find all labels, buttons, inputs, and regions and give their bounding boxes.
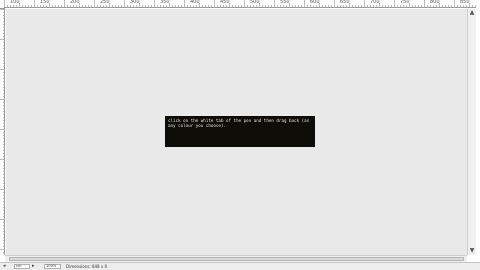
- scroll-down-icon[interactable]: ▼: [468, 247, 476, 255]
- horizontal-scroll-thumb[interactable]: [9, 257, 464, 261]
- prev-page-icon[interactable]: ◂: [3, 263, 6, 270]
- zoom-field[interactable]: 100%: [44, 264, 61, 269]
- ruler-label: 600: [310, 0, 320, 5]
- ruler-label: 300: [130, 0, 140, 5]
- ruler-label: 650: [340, 0, 350, 5]
- ruler-label: 250: [100, 0, 110, 5]
- document-canvas[interactable]: click on the white tab of the pen and th…: [6, 9, 467, 255]
- ruler-vertical-ticks: [0, 9, 4, 253]
- application-window: 100 150 200 250 300 350 400 450 500 550 600 650 700 7…: [0, 0, 480, 270]
- ruler-label: 150: [40, 0, 50, 5]
- terminal-text: click on the white tab of the pen and th…: [168, 118, 310, 128]
- ruler-label: 800: [430, 0, 440, 5]
- ruler-label: 700: [370, 0, 380, 5]
- ruler-label: 550: [280, 0, 290, 5]
- vertical-scrollbar[interactable]: ▲ ▼: [467, 9, 476, 255]
- unit-select[interactable]: cm: [14, 264, 30, 269]
- scroll-up-icon[interactable]: ▲: [468, 9, 476, 17]
- ruler-label: 100: [10, 0, 20, 5]
- document-info: Dimensions: 848 x 0: [66, 264, 108, 269]
- status-bar: ◂ cm ▸ 100% Dimensions: 848 x 0: [0, 262, 480, 270]
- horizontal-scrollbar[interactable]: [5, 255, 467, 262]
- ruler-vertical[interactable]: [0, 9, 5, 255]
- ruler-label: 850: [460, 0, 470, 5]
- ruler-label: 450: [220, 0, 230, 5]
- ruler-label: 350: [160, 0, 170, 5]
- ruler-horizontal[interactable]: 100 150 200 250 300 350 400 450 500 550 600 650 700 7…: [4, 0, 476, 8]
- ruler-label: 200: [70, 0, 80, 5]
- ruler-label: 500: [250, 0, 260, 5]
- ruler-label: 400: [190, 0, 200, 5]
- next-page-icon[interactable]: ▸: [32, 263, 35, 270]
- ruler-label: 750: [400, 0, 410, 5]
- terminal-window[interactable]: click on the white tab of the pen and th…: [165, 116, 315, 147]
